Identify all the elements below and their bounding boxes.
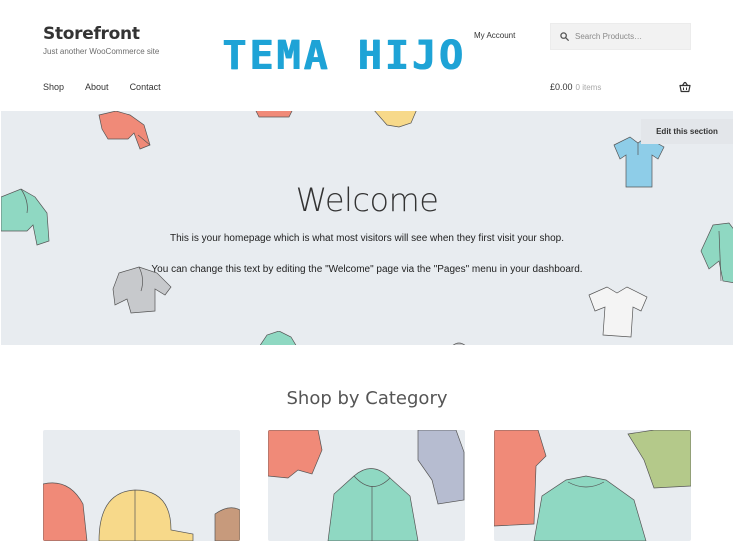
shirt-illustration: [255, 111, 293, 118]
nav-item-shop[interactable]: Shop: [43, 82, 64, 92]
hoodie-illustration: [259, 331, 297, 345]
search-form[interactable]: [550, 23, 691, 50]
hats-illustration: [43, 482, 240, 541]
edit-section-button[interactable]: Edit this section: [641, 119, 733, 144]
primary-navigation: Shop About Contact: [43, 82, 182, 92]
cap-illustration: [452, 342, 466, 345]
section-title: Shop by Category: [286, 388, 448, 409]
hoodies-illustration: [268, 430, 465, 541]
nav-item-about[interactable]: About: [85, 82, 109, 92]
site-title[interactable]: Storefront: [43, 24, 140, 44]
search-icon: [560, 32, 569, 41]
nav-item-contact[interactable]: Contact: [130, 82, 161, 92]
category-card-tshirts[interactable]: [494, 430, 691, 541]
welcome-hero: Edit this section Welcome This is your h…: [1, 111, 733, 345]
category-card-accessories[interactable]: [43, 430, 240, 541]
shirt-illustration: [374, 111, 417, 128]
child-theme-logo: TEMA HIJO: [222, 33, 466, 79]
hero-paragraph: You can change this text by editing the …: [151, 264, 583, 275]
site-description: Just another WooCommerce site: [43, 47, 160, 56]
search-input[interactable]: [575, 32, 685, 41]
basket-icon[interactable]: [679, 81, 691, 93]
cart-total: £0.00: [550, 82, 573, 92]
tshirts-illustration: [494, 430, 691, 541]
hero-paragraph: This is your homepage which is what most…: [169, 233, 565, 244]
tshirt-illustration: [588, 286, 648, 338]
cart-count: 0 items: [575, 83, 602, 92]
hero-title: Welcome: [295, 181, 439, 219]
hoodie-illustration: [700, 222, 733, 284]
cart-link[interactable]: £0.00 0 items: [550, 82, 601, 92]
category-card-hoodies[interactable]: [268, 430, 465, 541]
my-account-link[interactable]: My Account: [474, 31, 515, 40]
hoodie-illustration: [98, 111, 151, 150]
